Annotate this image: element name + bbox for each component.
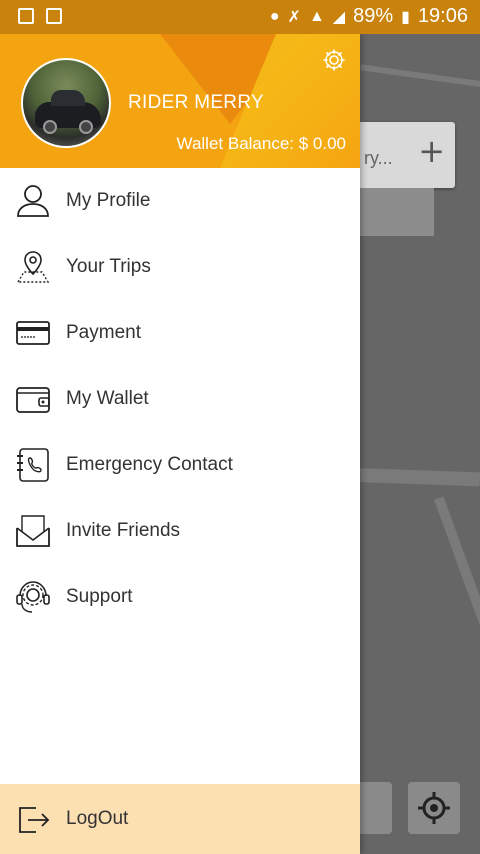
menu-item-my-profile[interactable]: My Profile <box>0 168 360 234</box>
envelope-icon <box>16 515 50 547</box>
location-icon: ● <box>269 7 280 25</box>
wallet-icon <box>16 387 50 413</box>
menu-label: Support <box>66 586 133 607</box>
destination-hint: ry... <box>364 148 393 168</box>
menu-item-emergency-contact[interactable]: Emergency Contact <box>0 432 360 498</box>
signal-icon: ◢ <box>332 8 346 26</box>
card-icon <box>16 321 50 345</box>
my-location-button[interactable] <box>408 782 460 834</box>
target-icon <box>418 792 450 824</box>
menu-item-your-trips[interactable]: Your Trips <box>0 234 360 300</box>
status-bar: ● ✗ ▲ ◢ 89% ▮ 19:06 <box>0 0 480 34</box>
menu-item-support[interactable]: Support <box>0 564 360 630</box>
map-road <box>360 64 480 90</box>
navigation-drawer: RIDER MERRY Wallet Balance: $ 0.00 My Pr… <box>0 34 360 854</box>
contact-book-icon <box>17 448 49 482</box>
person-icon <box>17 185 49 217</box>
menu-label: Your Trips <box>66 256 151 277</box>
battery-level: 89% <box>353 5 394 27</box>
logout-icon <box>19 807 50 833</box>
map-pin-icon <box>16 251 50 283</box>
gear-icon[interactable] <box>322 48 346 72</box>
menu-item-my-wallet[interactable]: My Wallet <box>0 366 360 432</box>
logout-label: LogOut <box>66 808 129 829</box>
drawer-menu: My Profile Your Trips Payment My Wallet … <box>0 168 360 630</box>
logout-button[interactable]: LogOut <box>0 784 360 854</box>
menu-label: Payment <box>66 322 141 343</box>
add-stop-button[interactable]: + <box>418 132 445 170</box>
map-road <box>433 496 480 782</box>
menu-label: My Wallet <box>66 388 149 409</box>
mute-icon: ✗ <box>287 8 301 26</box>
menu-item-invite-friends[interactable]: Invite Friends <box>0 498 360 564</box>
rider-name: RIDER MERRY <box>128 92 264 113</box>
image-icon <box>18 8 34 24</box>
clock: 19:06 <box>417 5 468 27</box>
menu-label: Emergency Contact <box>66 454 233 475</box>
car-wheel <box>79 120 93 134</box>
drawer-header: RIDER MERRY Wallet Balance: $ 0.00 <box>0 34 360 168</box>
menu-label: My Profile <box>66 190 151 211</box>
battery-icon: ▮ <box>401 8 410 26</box>
menu-item-payment[interactable]: Payment <box>0 300 360 366</box>
wallet-balance: Wallet Balance: $ 0.00 <box>176 134 346 153</box>
sync-icon <box>46 8 62 24</box>
avatar[interactable] <box>21 58 111 148</box>
wifi-icon: ▲ <box>308 7 325 25</box>
headset-icon <box>16 581 50 613</box>
car-wheel <box>43 120 57 134</box>
menu-label: Invite Friends <box>66 520 181 541</box>
